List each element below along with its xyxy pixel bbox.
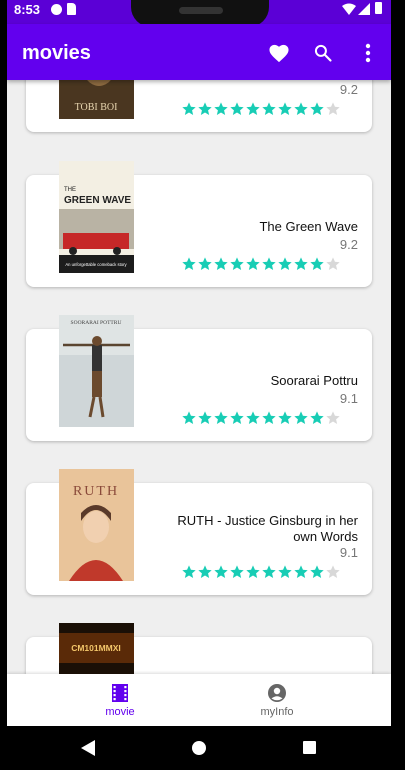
poster-tagline: An unforgettable comeback story	[65, 262, 127, 267]
rating-stars	[181, 256, 341, 272]
sim-icon	[67, 3, 76, 15]
star-empty-icon	[325, 410, 341, 426]
poster-text: SOORARAI POTTRU	[71, 320, 122, 326]
battery-icon	[375, 2, 382, 14]
star-filled-icon	[261, 410, 277, 426]
speaker-grille	[179, 7, 223, 14]
heart-icon[interactable]	[266, 40, 292, 66]
movie-title: Soorarai Pottru	[270, 373, 358, 388]
star-filled-icon	[197, 410, 213, 426]
star-filled-icon	[181, 564, 197, 580]
movie-list[interactable]: 9.2 TOBI BOI The Green Wave 9.2 THE GREE…	[7, 80, 391, 674]
movie-title: The Green Wave	[259, 219, 358, 234]
signal-icon	[358, 2, 370, 20]
poster-text: GREEN WAVE	[64, 195, 131, 206]
star-filled-icon	[261, 101, 277, 117]
rating-stars	[181, 101, 341, 117]
notification-icon	[51, 4, 62, 15]
movie-poster[interactable]: SOORARAI POTTRU	[59, 315, 134, 427]
account-circle-icon	[267, 683, 287, 703]
star-filled-icon	[181, 410, 197, 426]
star-filled-icon	[213, 410, 229, 426]
star-filled-icon	[197, 564, 213, 580]
movie-rating: 9.1	[339, 545, 358, 560]
system-nav-bar	[7, 726, 391, 770]
rating-stars	[181, 564, 341, 580]
star-filled-icon	[293, 564, 309, 580]
app-bar: movies	[7, 24, 391, 80]
nav-item-myinfo[interactable]: myInfo	[181, 674, 373, 726]
star-filled-icon	[277, 410, 293, 426]
star-filled-icon	[229, 564, 245, 580]
star-filled-icon	[309, 256, 325, 272]
app-title: movies	[22, 42, 91, 64]
status-time: 8:53	[14, 2, 41, 17]
star-empty-icon	[325, 256, 341, 272]
film-icon	[110, 683, 130, 703]
star-filled-icon	[245, 564, 261, 580]
movie-poster[interactable]: TOBI BOI	[59, 80, 134, 119]
star-filled-icon	[245, 101, 261, 117]
star-filled-icon	[309, 410, 325, 426]
poster-text: CM101MMXI	[71, 643, 121, 653]
svg-text:THE: THE	[64, 187, 76, 193]
movie-title: RUTH - Justice Ginsburg in her own Words	[177, 513, 358, 544]
star-filled-icon	[293, 256, 309, 272]
star-filled-icon	[181, 256, 197, 272]
star-filled-icon	[229, 410, 245, 426]
home-icon[interactable]	[192, 741, 206, 755]
search-icon[interactable]	[310, 40, 336, 66]
star-filled-icon	[277, 564, 293, 580]
star-empty-icon	[325, 564, 341, 580]
star-filled-icon	[245, 256, 261, 272]
recents-icon[interactable]	[303, 741, 316, 754]
phone-screen: 8:53 movies 9.2 TOBI BOI The Green Wave …	[7, 0, 391, 770]
star-filled-icon	[277, 101, 293, 117]
star-filled-icon	[293, 101, 309, 117]
star-empty-icon	[325, 101, 341, 117]
movie-poster[interactable]: RUTH	[59, 469, 134, 581]
movie-poster[interactable]: THE GREEN WAVE An unforgettable comeback…	[59, 161, 134, 273]
star-filled-icon	[293, 410, 309, 426]
star-filled-icon	[213, 256, 229, 272]
rating-stars	[181, 410, 341, 426]
star-filled-icon	[213, 564, 229, 580]
more-vert-icon[interactable]	[355, 40, 381, 66]
movie-rating: 9.1	[339, 391, 358, 406]
status-bar: 8:53	[7, 0, 391, 27]
star-filled-icon	[197, 256, 213, 272]
poster-text: TOBI BOI	[75, 102, 118, 113]
star-filled-icon	[277, 256, 293, 272]
poster-text: RUTH	[73, 484, 119, 499]
star-filled-icon	[261, 564, 277, 580]
bottom-navigation: movie myInfo	[7, 674, 391, 726]
movie-rating: 9.2	[339, 82, 358, 97]
star-filled-icon	[245, 410, 261, 426]
star-filled-icon	[309, 101, 325, 117]
nav-label-myinfo: myInfo	[260, 706, 294, 718]
star-filled-icon	[181, 101, 197, 117]
back-icon[interactable]	[81, 740, 95, 761]
star-filled-icon	[213, 101, 229, 117]
star-filled-icon	[197, 101, 213, 117]
movie-poster[interactable]: CM101MMXI	[59, 623, 134, 674]
star-filled-icon	[229, 101, 245, 117]
star-filled-icon	[229, 256, 245, 272]
wifi-icon	[342, 2, 356, 20]
star-filled-icon	[261, 256, 277, 272]
star-filled-icon	[309, 564, 325, 580]
movie-rating: 9.2	[339, 237, 358, 252]
